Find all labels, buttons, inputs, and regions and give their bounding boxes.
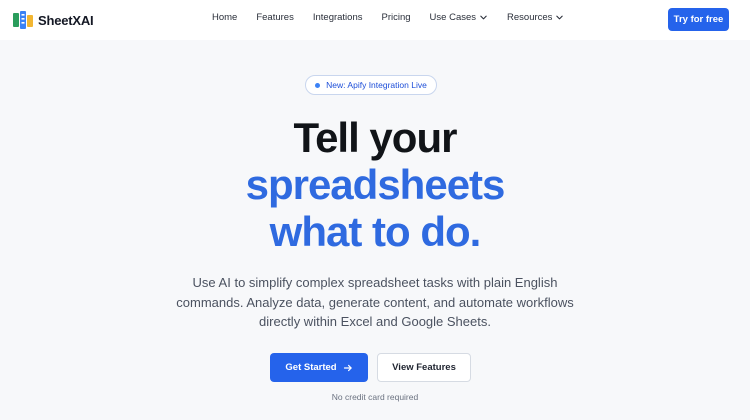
headline-line-2: spreadsheets (245, 161, 506, 208)
get-started-button[interactable]: Get Started (270, 353, 368, 382)
hero-subtext: Use AI to simplify complex spreadsheet t… (176, 275, 574, 329)
badge-text: New: Apify Integration Live (326, 80, 427, 90)
nav-link-label: Home (212, 12, 238, 23)
nav-link-label: Integrations (312, 12, 363, 23)
nav-dropdown-resources[interactable]: Resources (507, 12, 564, 23)
hero-headline: Tell your spreadsheets what to do. (0, 114, 750, 255)
chevron-down-icon (480, 15, 487, 20)
get-started-label: Get Started (285, 362, 337, 373)
no-credit-card-note: No credit card required (331, 392, 419, 402)
nav-link-label: Resources (507, 12, 553, 23)
nav-link-pricing[interactable]: Pricing (382, 12, 411, 23)
headline-line-3: what to do. (269, 208, 482, 255)
announcement-badge[interactable]: New: Apify Integration Live (305, 75, 437, 95)
brand-logo[interactable]: SheetXAI (13, 10, 94, 30)
brand-name: SheetXAI (38, 12, 94, 28)
view-features-button[interactable]: View Features (377, 353, 471, 382)
chevron-down-icon (556, 15, 564, 20)
spreadsheet-logo-icon (13, 11, 33, 29)
nav-link-label: Features (256, 12, 294, 23)
nav-link-home[interactable]: Home (212, 12, 237, 23)
nav-link-integrations[interactable]: Integrations (313, 12, 363, 23)
nav-link-features[interactable]: Features (256, 12, 294, 23)
nav-dropdown-use-cases[interactable]: Use Cases (430, 12, 488, 23)
nav-links: Home Features Integrations Pricing Use C… (212, 12, 564, 23)
try-for-free-button[interactable]: Try for free (668, 8, 729, 31)
view-features-label: View Features (392, 362, 456, 373)
landing-page: SheetXAI Home Features Integrations Pric… (0, 0, 750, 420)
headline-line-1: Tell your (293, 114, 458, 161)
status-dot-icon (315, 82, 321, 88)
nav-link-label: Use Cases (429, 12, 477, 23)
arrow-right-icon (343, 364, 352, 371)
top-navbar: SheetXAI Home Features Integrations Pric… (0, 0, 750, 40)
nav-link-label: Pricing (381, 12, 411, 23)
